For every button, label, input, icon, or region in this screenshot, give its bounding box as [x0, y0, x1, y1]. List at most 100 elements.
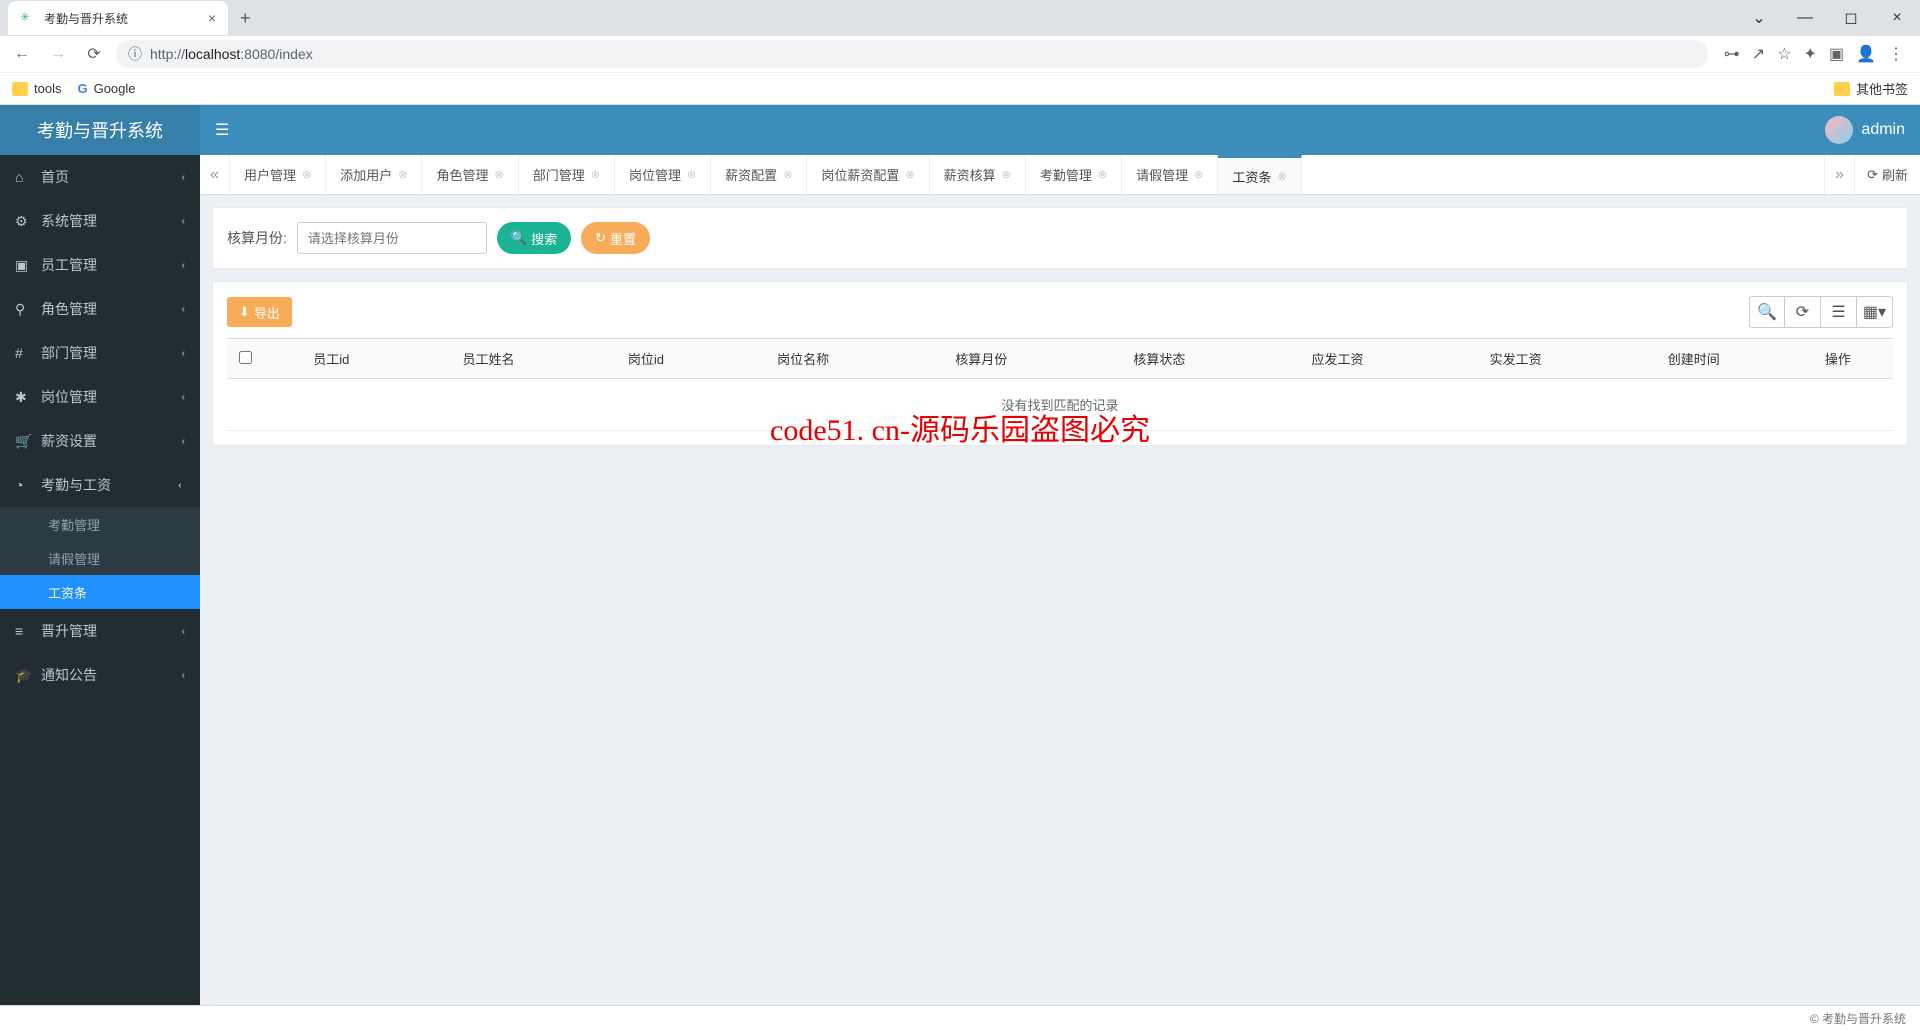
sidepanel-icon[interactable]: ▣ — [1829, 44, 1844, 64]
close-icon[interactable]: × — [1874, 0, 1920, 36]
sidebar-item[interactable]: ▣员工管理‹ — [0, 243, 200, 287]
bookmark-tools[interactable]: tools — [12, 81, 61, 96]
role-icon: ⚲ — [15, 301, 33, 318]
column-header[interactable]: 核算月份 — [892, 339, 1070, 379]
tab-label: 添加用户 — [340, 165, 392, 184]
table-columns-icon[interactable]: ☰ — [1821, 296, 1857, 328]
tab-label: 薪资配置 — [725, 165, 777, 184]
column-header[interactable]: 岗位名称 — [714, 339, 892, 379]
chevron-icon: ‹ — [182, 626, 185, 637]
hamburger-icon[interactable]: ☰ — [215, 120, 229, 140]
user-menu[interactable]: admin — [1825, 116, 1905, 144]
sidebar-item-label: 系统管理 — [41, 211, 97, 231]
refresh-button[interactable]: ⟳ 刷新 — [1854, 155, 1920, 194]
content-tab[interactable]: 部门管理⊗ — [519, 155, 615, 194]
sidebar-subitem[interactable]: 请假管理 — [0, 541, 200, 575]
column-header[interactable]: 员工id — [263, 339, 400, 379]
sidebar-item[interactable]: ⚙系统管理‹ — [0, 199, 200, 243]
sidebar-item[interactable]: ◔考勤与工资⌄ — [0, 463, 200, 507]
sidebar-item[interactable]: #部门管理‹ — [0, 331, 200, 375]
avatar — [1825, 116, 1853, 144]
url-input[interactable]: ⓘ http://localhost:8080/index — [116, 40, 1708, 68]
bookmark-other[interactable]: 其他书签 — [1834, 79, 1908, 98]
sidebar-item[interactable]: ⌂首页‹ — [0, 155, 200, 199]
column-header[interactable]: 创建时间 — [1605, 339, 1783, 379]
profile-icon[interactable]: 👤 — [1856, 44, 1876, 64]
top-header: ☰ admin — [200, 105, 1920, 155]
tab-close-icon[interactable]: × — [208, 10, 216, 26]
site-info-icon[interactable]: ⓘ — [128, 44, 142, 64]
share-icon[interactable]: ↗ — [1752, 44, 1765, 64]
column-header[interactable]: 岗位id — [578, 339, 715, 379]
content-tab[interactable]: 角色管理⊗ — [422, 155, 518, 194]
star-icon: ✱ — [15, 389, 33, 406]
tab-close-icon[interactable]: ⊗ — [905, 168, 914, 181]
sidebar-item-label: 角色管理 — [41, 299, 97, 319]
tab-label: 请假管理 — [1136, 165, 1188, 184]
sidebar-item[interactable]: 🛒 薪资设置 ‹ — [0, 419, 200, 463]
content-tab[interactable]: 请假管理 ⊗ — [1122, 155, 1218, 194]
sidebar-item[interactable]: ✱岗位管理‹ — [0, 375, 200, 419]
sidebar-subitem[interactable]: 工资条 — [0, 575, 200, 609]
tab-close-icon[interactable]: ⊗ — [1194, 168, 1203, 181]
sidebar-item[interactable]: ≡晋升管理‹ — [0, 609, 200, 653]
tab-close-icon[interactable]: ⊗ — [302, 168, 311, 181]
tab-close-icon[interactable]: ⊗ — [591, 168, 600, 181]
content-tab[interactable]: 用户管理 ⊗ — [230, 155, 326, 194]
column-header[interactable]: 操作 — [1783, 339, 1893, 379]
content-tab[interactable]: 添加用户 ⊗ — [326, 155, 422, 194]
tab-close-icon[interactable]: ⊗ — [1277, 170, 1286, 183]
table-refresh-icon[interactable]: ⟳ — [1785, 296, 1821, 328]
sidebar-subitem[interactable]: 考勤管理 — [0, 507, 200, 541]
sidebar-item[interactable]: 🎓通知公告‹ — [0, 653, 200, 697]
select-all-checkbox[interactable] — [239, 351, 252, 364]
column-header[interactable]: 实发工资 — [1427, 339, 1605, 379]
content-tab[interactable]: 薪资配置 ⊗ — [711, 155, 807, 194]
tab-scroll-left[interactable]: « — [200, 155, 230, 194]
maximize-icon[interactable]: ◻ — [1828, 0, 1874, 36]
sidebar-item[interactable]: ⚲角色管理‹ — [0, 287, 200, 331]
table-panel: ⬇ 导出 🔍 ⟳ ☰ ▦▾ 员工id员工姓名岗位id岗位名称核算月份核算状态应发… — [212, 281, 1908, 446]
cart-icon: 🛒 — [15, 433, 33, 450]
dropdown-icon[interactable]: ⌄ — [1736, 0, 1782, 36]
chevron-icon: ‹ — [182, 216, 185, 227]
column-header[interactable]: 应发工资 — [1249, 339, 1427, 379]
content-tab[interactable]: 岗位管理⊗ — [615, 155, 711, 194]
forward-button[interactable]: → — [44, 40, 72, 68]
tab-favicon-icon: ✳ — [20, 10, 36, 26]
chevron-icon: ‹ — [182, 436, 185, 447]
search-button[interactable]: 🔍 搜索 — [497, 222, 571, 254]
new-tab-button[interactable]: + — [240, 8, 251, 29]
content-tab[interactable]: 工资条⊗ — [1218, 155, 1301, 194]
column-header[interactable]: 员工姓名 — [400, 339, 578, 379]
back-button[interactable]: ← — [8, 40, 36, 68]
tab-close-icon[interactable]: ⊗ — [1002, 168, 1011, 181]
content: 核算月份: 🔍 搜索 ↻ 重置 ⬇ 导出 — [200, 195, 1920, 1005]
extensions-icon[interactable]: ✦ — [1804, 44, 1817, 64]
content-tab[interactable]: 岗位薪资配置⊗ — [807, 155, 929, 194]
tab-close-icon[interactable]: ⊗ — [494, 168, 503, 181]
sidebar-item-label: 薪资设置 — [41, 431, 97, 451]
tab-close-icon[interactable]: ⊗ — [1098, 168, 1107, 181]
column-header[interactable]: 核算状态 — [1070, 339, 1248, 379]
app-logo[interactable]: 考勤与晋升系统 — [0, 105, 200, 155]
star-icon[interactable]: ☆ — [1777, 44, 1791, 64]
table-view-icon[interactable]: ▦▾ — [1857, 296, 1893, 328]
minimize-icon[interactable]: — — [1782, 0, 1828, 36]
menu-icon[interactable]: ⋮ — [1888, 44, 1904, 64]
tab-close-icon[interactable]: ⊗ — [687, 168, 696, 181]
reload-button[interactable]: ⟳ — [80, 40, 108, 68]
month-input[interactable] — [297, 222, 487, 254]
tab-label: 用户管理 — [244, 165, 296, 184]
reset-button[interactable]: ↻ 重置 — [581, 222, 650, 254]
content-tab[interactable]: 考勤管理⊗ — [1026, 155, 1122, 194]
content-tab[interactable]: 薪资核算⊗ — [930, 155, 1026, 194]
table-search-icon[interactable]: 🔍 — [1749, 296, 1785, 328]
bookmark-google[interactable]: G Google — [77, 81, 135, 96]
browser-tab[interactable]: ✳ 考勤与晋升系统 × — [8, 1, 228, 35]
tab-scroll-right[interactable]: » — [1824, 155, 1854, 194]
tab-close-icon[interactable]: ⊗ — [783, 168, 792, 181]
export-button[interactable]: ⬇ 导出 — [227, 297, 292, 327]
key-icon[interactable]: ⊶ — [1724, 44, 1740, 64]
tab-close-icon[interactable]: ⊗ — [398, 168, 407, 181]
